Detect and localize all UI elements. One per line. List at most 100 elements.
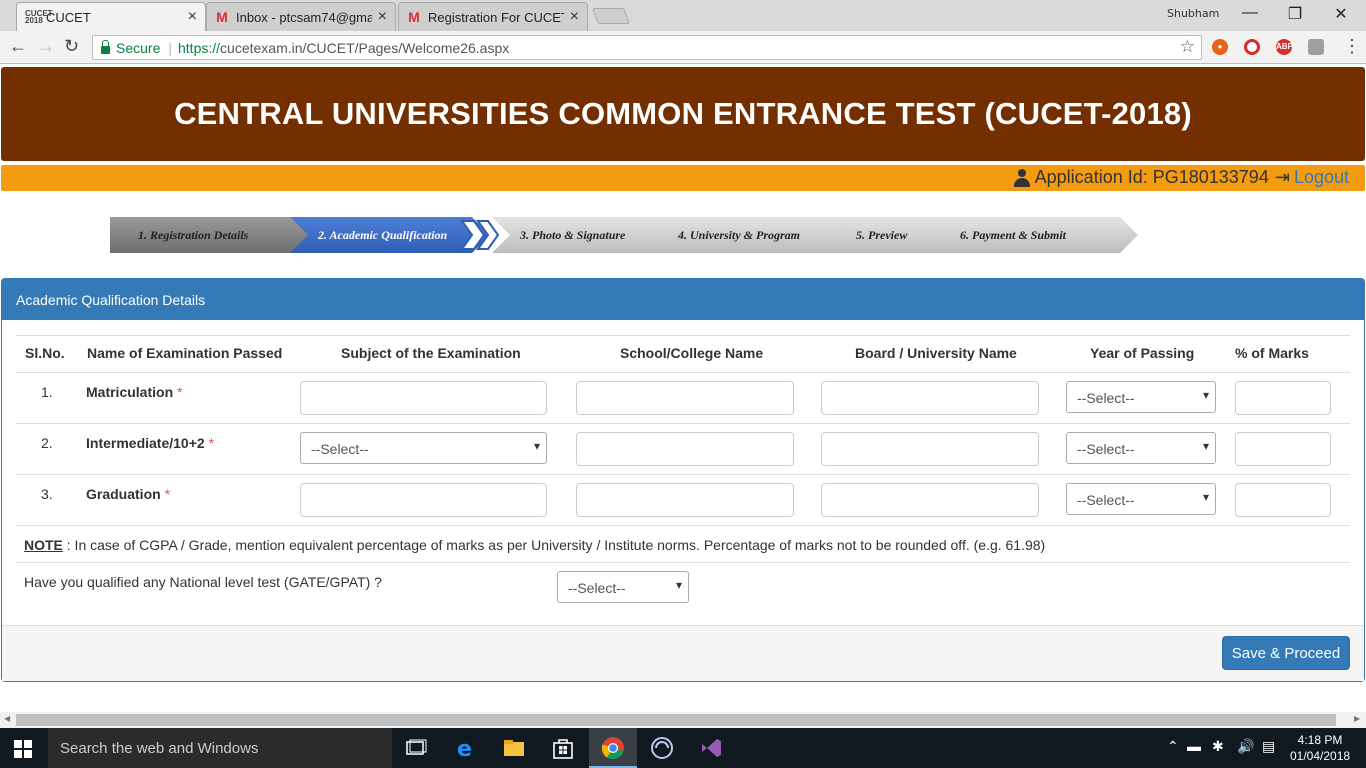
matriculation-year-select[interactable]: --Select-- <box>1066 381 1216 413</box>
chrome-icon[interactable] <box>601 736 625 760</box>
tab-registration[interactable]: M Registration For CUCET-2 × <box>398 2 588 31</box>
bookmark-star-icon[interactable]: ☆ <box>1180 37 1195 57</box>
tab-title: CUCET <box>46 9 91 25</box>
divider <box>16 372 1350 373</box>
clock-date: 01/04/2018 <box>1290 749 1351 763</box>
gmail-icon: M <box>216 9 228 25</box>
application-id: Application Id: PG180133794 <box>1034 167 1269 187</box>
graduation-subject-input[interactable] <box>300 483 547 517</box>
scrollbar-thumb[interactable] <box>16 714 1336 726</box>
close-window-icon[interactable]: ✕ <box>1318 4 1364 24</box>
divider <box>16 335 1350 336</box>
minimize-icon[interactable]: — <box>1227 4 1273 22</box>
adblock-icon[interactable]: ABP <box>1276 39 1293 55</box>
note-label: NOTE <box>24 537 63 553</box>
file-explorer-icon[interactable] <box>502 736 526 760</box>
volume-icon[interactable]: 🔊 <box>1237 738 1254 755</box>
browser-toolbar: ← → ↻ Secure | https:// cucetexam.in/CUC… <box>0 31 1366 64</box>
clock-time: 4:18 PM <box>1297 733 1343 747</box>
required-marker: * <box>177 384 183 400</box>
close-icon[interactable]: × <box>378 8 387 26</box>
back-icon[interactable]: ← <box>9 36 27 57</box>
graduation-school-input[interactable] <box>576 483 794 517</box>
store-icon[interactable] <box>551 736 575 760</box>
bittorrent-icon[interactable] <box>650 736 674 760</box>
graduation-marks-input[interactable] <box>1235 483 1331 517</box>
intermediate-school-input[interactable] <box>576 432 794 466</box>
row-number: 2. <box>41 435 53 451</box>
tab-inbox[interactable]: M Inbox - ptcsam74@gmail × <box>206 2 396 31</box>
divider <box>16 562 1350 563</box>
task-view-icon[interactable] <box>404 736 428 760</box>
matriculation-subject-input[interactable] <box>300 381 547 415</box>
row-number: 3. <box>41 486 53 502</box>
close-icon[interactable]: × <box>570 8 579 26</box>
windows-taskbar: Search the web and Windows e ⌃ ▬ ✱ 🔊 ▤ 4… <box>0 728 1366 768</box>
row-number: 1. <box>41 384 53 400</box>
column-header-school: School/College Name <box>620 345 764 361</box>
application-bar: Application Id: PG180133794 ⇥ Logout <box>1 165 1365 191</box>
gmail-icon: M <box>408 9 420 25</box>
taskbar-clock[interactable]: 4:18 PM 01/04/2018 <box>1290 732 1350 764</box>
step-registration-details[interactable]: 1. Registration Details <box>110 217 310 253</box>
exam-name-graduation: Graduation * <box>86 486 171 502</box>
address-bar[interactable]: Secure | https:// cucetexam.in/CUCET/Pag… <box>92 35 1202 60</box>
chevron-right-icon <box>460 220 500 250</box>
forward-icon[interactable]: → <box>37 36 55 57</box>
page-title: CENTRAL UNIVERSITIES COMMON ENTRANCE TES… <box>174 96 1192 131</box>
close-icon[interactable]: × <box>188 8 197 26</box>
network-adapter-icon[interactable]: ▬ <box>1187 738 1201 754</box>
intermediate-subject-select[interactable]: --Select-- <box>300 432 547 464</box>
column-header-year: Year of Passing <box>1090 345 1195 361</box>
step-photo-signature[interactable]: 3. Photo & Signature <box>492 217 670 253</box>
user-icon <box>1013 168 1031 187</box>
opera-icon[interactable] <box>1244 39 1260 55</box>
horizontal-scrollbar[interactable]: ◀ ▶ <box>0 712 1366 728</box>
required-marker: * <box>164 486 171 502</box>
matriculation-school-input[interactable] <box>576 381 794 415</box>
restore-icon[interactable]: ❐ <box>1272 4 1318 24</box>
divider <box>16 423 1350 424</box>
show-hidden-icons[interactable]: ⌃ <box>1167 738 1179 755</box>
national-test-question: Have you qualified any National level te… <box>24 574 382 590</box>
divider: | <box>168 39 172 56</box>
step-payment-submit[interactable]: 6. Payment & Submit <box>932 217 1138 253</box>
required-marker: * <box>208 435 215 451</box>
notifications-icon[interactable]: ▤ <box>1262 738 1275 755</box>
chrome-menu-icon[interactable]: ⋮ <box>1343 36 1361 57</box>
wifi-icon[interactable]: ✱ <box>1212 738 1224 755</box>
national-test-select[interactable]: --Select-- <box>557 571 689 603</box>
tab-cucet[interactable]: CUCET 2018 CUCET × <box>16 2 206 31</box>
save-proceed-button[interactable]: Save & Proceed <box>1222 636 1350 670</box>
exam-name-matriculation: Matriculation * <box>86 384 183 400</box>
intermediate-year-select[interactable]: --Select-- <box>1066 432 1216 464</box>
graduation-year-select[interactable]: --Select-- <box>1066 483 1216 515</box>
profile-name[interactable]: Shubham <box>1167 7 1219 20</box>
intermediate-marks-input[interactable] <box>1235 432 1331 466</box>
scroll-left-icon[interactable]: ◀ <box>4 714 10 723</box>
matriculation-marks-input[interactable] <box>1235 381 1331 415</box>
step-university-program[interactable]: 4. University & Program <box>650 217 846 253</box>
windows-start-icon[interactable] <box>14 740 32 758</box>
scroll-right-icon[interactable]: ▶ <box>1354 714 1360 723</box>
graduation-board-input[interactable] <box>821 483 1039 517</box>
secure-label: Secure <box>116 39 161 56</box>
url-path: cucetexam.in/CUCET/Pages/Welcome26.aspx <box>220 39 510 56</box>
taskbar-search[interactable]: Search the web and Windows <box>48 728 392 768</box>
page-banner: CENTRAL UNIVERSITIES COMMON ENTRANCE TES… <box>1 67 1365 161</box>
column-header-subject: Subject of the Examination <box>341 345 521 361</box>
academic-qualification-panel: Academic Qualification Details Save & Pr… <box>1 278 1365 682</box>
application-info: Application Id: PG180133794 ⇥ Logout <box>1013 167 1349 188</box>
new-tab-button[interactable] <box>592 8 630 24</box>
extension-fire-icon[interactable]: ● <box>1212 39 1228 55</box>
visual-studio-icon[interactable] <box>699 736 723 760</box>
extension-icon[interactable] <box>1308 39 1324 55</box>
panel-title: Academic Qualification Details <box>2 279 1364 320</box>
logout-icon[interactable]: ⇥ <box>1275 167 1290 188</box>
matriculation-board-input[interactable] <box>821 381 1039 415</box>
reload-icon[interactable]: ↻ <box>64 36 79 57</box>
logout-link[interactable]: Logout <box>1294 167 1349 188</box>
edge-icon[interactable]: e <box>454 736 478 760</box>
intermediate-board-input[interactable] <box>821 432 1039 466</box>
cucet-favicon: CUCET 2018 <box>25 9 53 25</box>
